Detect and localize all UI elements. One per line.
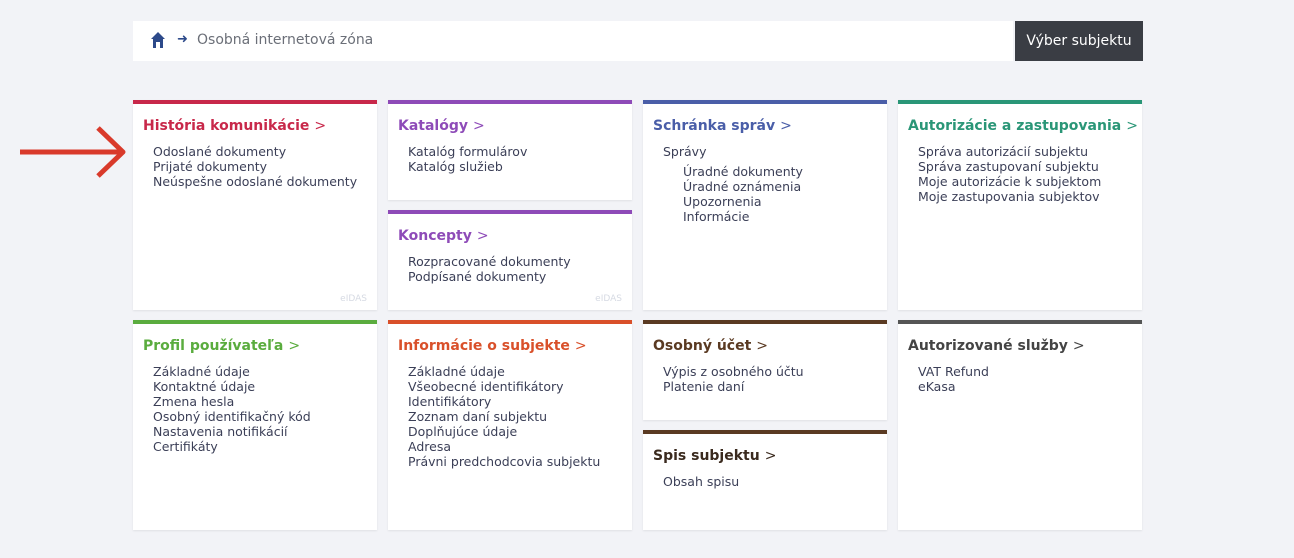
list-item[interactable]: Výpis z osobného účtu — [663, 364, 804, 379]
red-arrow-icon — [20, 126, 126, 178]
card-katalogy: Katalógy > Katalóg formulárov Katalóg slu… — [388, 100, 632, 200]
list-item[interactable]: VAT Refund — [918, 364, 989, 379]
home-icon[interactable] — [150, 31, 166, 49]
card-informacie: Informácie o subjekte > Základné údaje Vš… — [388, 320, 632, 530]
card-autorizacie: Autorizácie a zastupovania > Správa autor… — [898, 100, 1142, 310]
card-title-koncepty[interactable]: Koncepty > — [398, 228, 489, 244]
list-item[interactable]: Zoznam daní subjektu — [408, 409, 600, 424]
card-list-koncepty: Rozpracované dokumenty Podpísané dokumen… — [408, 254, 571, 284]
card-autorizovane: Autorizované služby > VAT Refund eKasa — [898, 320, 1142, 530]
card-title-autorizacie[interactable]: Autorizácie a zastupovania > — [908, 118, 1138, 134]
select-subject-button[interactable]: Výber subjektu — [1015, 21, 1143, 61]
card-list-informacie: Základné údaje Všeobecné identifikátory … — [408, 364, 600, 469]
list-item[interactable]: eKasa — [918, 379, 989, 394]
card-ucet: Osobný účet > Výpis z osobného účtu Plate… — [643, 320, 887, 420]
list-item[interactable]: Neúspešne odoslané dokumenty — [153, 174, 357, 189]
card-title-autorizovane[interactable]: Autorizované služby > — [908, 338, 1085, 354]
card-title-ucet[interactable]: Osobný účet > — [653, 338, 768, 354]
list-item[interactable]: Moje zastupovania subjektov — [918, 189, 1101, 204]
card-list-spis: Obsah spisu — [663, 474, 739, 489]
list-item[interactable]: Kontaktné údaje — [153, 379, 311, 394]
list-item[interactable]: Správa zastupovaní subjektu — [918, 159, 1101, 174]
card-list-historia: Odoslané dokumenty Prijaté dokumenty Neú… — [153, 144, 357, 189]
card-schranka: Schránka správ > Správy Úradné dokumenty … — [643, 100, 887, 310]
eidas-badge: eIDAS — [340, 294, 367, 304]
list-item[interactable]: Prijaté dokumenty — [153, 159, 357, 174]
list-item[interactable]: Obsah spisu — [663, 474, 739, 489]
list-item[interactable]: Úradné dokumenty — [663, 164, 803, 179]
list-item[interactable]: Podpísané dokumenty — [408, 269, 571, 284]
list-item[interactable]: Základné údaje — [408, 364, 600, 379]
list-item[interactable]: Správy — [663, 144, 803, 159]
card-title-schranka[interactable]: Schránka správ > — [653, 118, 792, 134]
list-item[interactable]: Právni predchodcovia subjektu — [408, 454, 600, 469]
card-spis: Spis subjektu > Obsah spisu — [643, 430, 887, 530]
list-item[interactable]: Zmena hesla — [153, 394, 311, 409]
breadcrumb-current: Osobná internetová zóna — [197, 32, 374, 48]
list-item[interactable]: Osobný identifikačný kód — [153, 409, 311, 424]
list-item[interactable]: Adresa — [408, 439, 600, 454]
list-item[interactable]: Úradné oznámenia — [663, 179, 803, 194]
list-item[interactable]: Správa autorizácií subjektu — [918, 144, 1101, 159]
list-item[interactable]: Všeobecné identifikátory — [408, 379, 600, 394]
card-title-historia[interactable]: História komunikácie > — [143, 118, 326, 134]
card-list-autorizacie: Správa autorizácií subjektu Správa zastu… — [918, 144, 1101, 204]
card-title-spis[interactable]: Spis subjektu > — [653, 448, 776, 464]
card-list-ucet: Výpis z osobného účtu Platenie daní — [663, 364, 804, 394]
list-item[interactable]: Nastavenia notifikácií — [153, 424, 311, 439]
list-item[interactable]: Identifikátory — [408, 394, 600, 409]
breadcrumb-arrow-icon: ➜ — [177, 32, 188, 47]
list-item[interactable]: Doplňujúce údaje — [408, 424, 600, 439]
list-item[interactable]: Základné údaje — [153, 364, 311, 379]
card-list-schranka: Správy Úradné dokumenty Úradné oznámenia… — [663, 144, 803, 224]
card-title-profil[interactable]: Profil používateľa > — [143, 338, 300, 354]
list-item[interactable]: Informácie — [663, 209, 803, 224]
card-title-informacie[interactable]: Informácie o subjekte > — [398, 338, 587, 354]
list-item[interactable]: Katalóg formulárov — [408, 144, 527, 159]
card-list-katalogy: Katalóg formulárov Katalóg služieb — [408, 144, 527, 174]
card-historia: História komunikácie > Odoslané dokumenty… — [133, 100, 377, 310]
list-item[interactable]: Moje autorizácie k subjektom — [918, 174, 1101, 189]
card-list-profil: Základné údaje Kontaktné údaje Zmena hes… — [153, 364, 311, 454]
list-item[interactable]: Platenie daní — [663, 379, 804, 394]
list-item[interactable]: Odoslané dokumenty — [153, 144, 357, 159]
card-koncepty: Koncepty > Rozpracované dokumenty Podpísa… — [388, 210, 632, 310]
list-item[interactable]: Certifikáty — [153, 439, 311, 454]
eidas-badge: eIDAS — [595, 294, 622, 304]
list-item[interactable]: Upozornenia — [663, 194, 803, 209]
card-list-autorizovane: VAT Refund eKasa — [918, 364, 989, 394]
card-profil: Profil používateľa > Základné údaje Konta… — [133, 320, 377, 530]
card-title-katalogy[interactable]: Katalógy > — [398, 118, 485, 134]
list-item[interactable]: Katalóg služieb — [408, 159, 527, 174]
list-item[interactable]: Rozpracované dokumenty — [408, 254, 571, 269]
breadcrumb-bar: ➜ Osobná internetová zóna — [133, 21, 1013, 61]
